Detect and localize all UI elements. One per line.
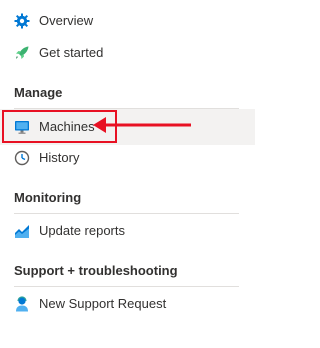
sidebar-item-get-started[interactable]: Get started <box>0 37 240 69</box>
sidebar-item-overview[interactable]: Overview <box>0 5 240 37</box>
clock-icon <box>14 150 30 166</box>
section-heading-manage: Manage <box>14 85 63 100</box>
sidebar-item-label: New Support Request <box>39 296 167 311</box>
sidebar-item-label: Get started <box>39 45 104 60</box>
area-chart-icon <box>15 225 29 238</box>
section-divider <box>14 213 239 214</box>
sidebar-menu: Overview Get started Manage Machines His… <box>0 0 255 348</box>
sidebar-item-update-reports[interactable]: Update reports <box>0 215 240 247</box>
sidebar-item-label: Update reports <box>39 223 125 238</box>
gear-icon <box>14 13 30 29</box>
rocket-icon <box>16 46 29 59</box>
support-person-icon <box>16 296 28 312</box>
sidebar-item-label: Overview <box>39 13 94 28</box>
pointer-arrow-icon <box>93 117 191 133</box>
section-heading-support: Support + troubleshooting <box>14 263 178 278</box>
sidebar-item-history[interactable]: History <box>0 142 240 174</box>
section-heading-monitoring: Monitoring <box>14 190 82 205</box>
section-divider <box>14 286 239 287</box>
sidebar-item-new-support-request[interactable]: New Support Request <box>0 288 240 320</box>
sidebar-item-label: History <box>39 150 80 165</box>
